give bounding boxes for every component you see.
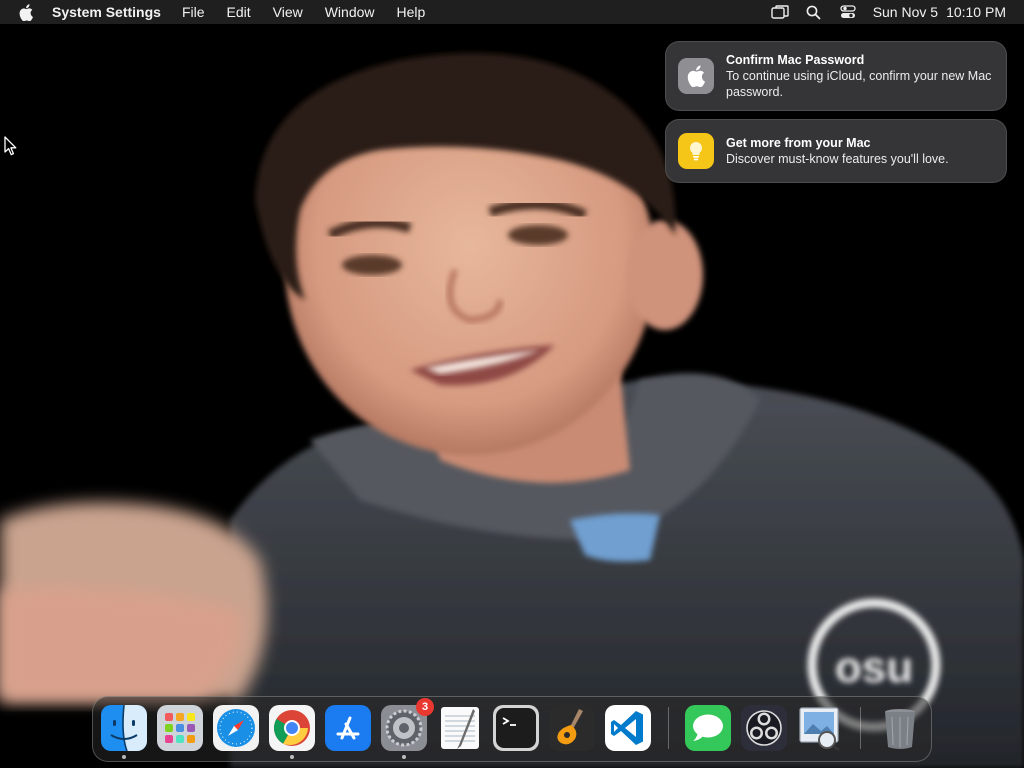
- app-store-icon: [325, 705, 371, 751]
- notification-text: Get more from your Mac Discover must-kno…: [726, 135, 949, 167]
- messages-icon: [685, 705, 731, 751]
- dock-messages[interactable]: [685, 705, 731, 751]
- screen-mirroring-icon[interactable]: [770, 3, 789, 21]
- preview-icon: [799, 707, 840, 751]
- clock-date: Sun Nov 5: [872, 4, 939, 20]
- notification-confirm-mac-password[interactable]: Confirm Mac Password To continue using i…: [665, 41, 1007, 111]
- dock-system-settings[interactable]: 3: [381, 698, 434, 759]
- dock-terminal[interactable]: [493, 705, 539, 751]
- dock-app-store[interactable]: [325, 705, 371, 751]
- menu-help[interactable]: Help: [397, 4, 426, 20]
- running-indicator: [290, 755, 294, 759]
- desktop-wallpaper: osu: [0, 0, 1024, 768]
- dock-textedit[interactable]: [437, 705, 483, 751]
- dock-separator: [860, 707, 861, 749]
- menu-file[interactable]: File: [182, 4, 205, 20]
- running-indicator: [122, 755, 126, 759]
- menu-bar-status-area: Sun Nov 5 10:10 PM: [755, 0, 1006, 24]
- clock-time: 10:10 PM: [946, 4, 1006, 20]
- lightbulb-icon: [678, 133, 714, 169]
- safari-icon: [213, 705, 259, 751]
- notification-title: Confirm Mac Password: [726, 53, 865, 67]
- notification-get-more-from-mac[interactable]: Get more from your Mac Discover must-kno…: [665, 119, 1007, 183]
- notification-title: Get more from your Mac: [726, 136, 871, 150]
- mouse-pointer-icon: [4, 136, 18, 156]
- notification-body: Discover must-know features you'll love.: [726, 152, 949, 166]
- trash-icon: [885, 709, 915, 749]
- apple-menu-icon[interactable]: [16, 2, 36, 22]
- dock-finder[interactable]: [101, 705, 147, 759]
- dock-obs[interactable]: [741, 705, 787, 751]
- menu-window[interactable]: Window: [325, 4, 375, 20]
- terminal-icon: [493, 705, 539, 751]
- spotlight-search-icon[interactable]: [805, 3, 823, 21]
- launchpad-icon: [157, 705, 203, 751]
- menu-bar: System Settings File Edit View Window He…: [0, 0, 1024, 24]
- notification-badge: 3: [416, 698, 434, 716]
- menu-edit[interactable]: Edit: [227, 4, 251, 20]
- finder-icon: [101, 705, 147, 751]
- dock-separator: [668, 707, 669, 749]
- obs-icon: [741, 705, 787, 751]
- dock-preview[interactable]: [797, 705, 843, 751]
- shirt-logo-text: osu: [835, 643, 913, 692]
- running-indicator: [402, 755, 406, 759]
- menu-view[interactable]: View: [273, 4, 303, 20]
- menu-app-name[interactable]: System Settings: [52, 4, 161, 20]
- garageband-icon: [549, 705, 595, 751]
- textedit-icon: [441, 707, 479, 749]
- dock-garageband[interactable]: [549, 705, 595, 751]
- apple-logo-icon: [678, 58, 714, 94]
- notification-body: To continue using iCloud, confirm your n…: [726, 69, 992, 99]
- wallpaper-photo: osu: [0, 53, 1024, 768]
- vscode-icon: [605, 705, 651, 751]
- dock-trash[interactable]: [877, 705, 923, 751]
- dock-chrome[interactable]: [269, 705, 315, 759]
- dock-vscode[interactable]: [605, 705, 651, 751]
- notification-text: Confirm Mac Password To continue using i…: [726, 52, 994, 100]
- dock: 3: [92, 696, 932, 762]
- menu-bar-clock[interactable]: Sun Nov 5 10:10 PM: [873, 4, 1006, 20]
- dock-safari[interactable]: [213, 705, 259, 751]
- chrome-icon: [269, 705, 315, 751]
- control-center-icon[interactable]: [839, 3, 857, 21]
- dock-launchpad[interactable]: [157, 705, 203, 751]
